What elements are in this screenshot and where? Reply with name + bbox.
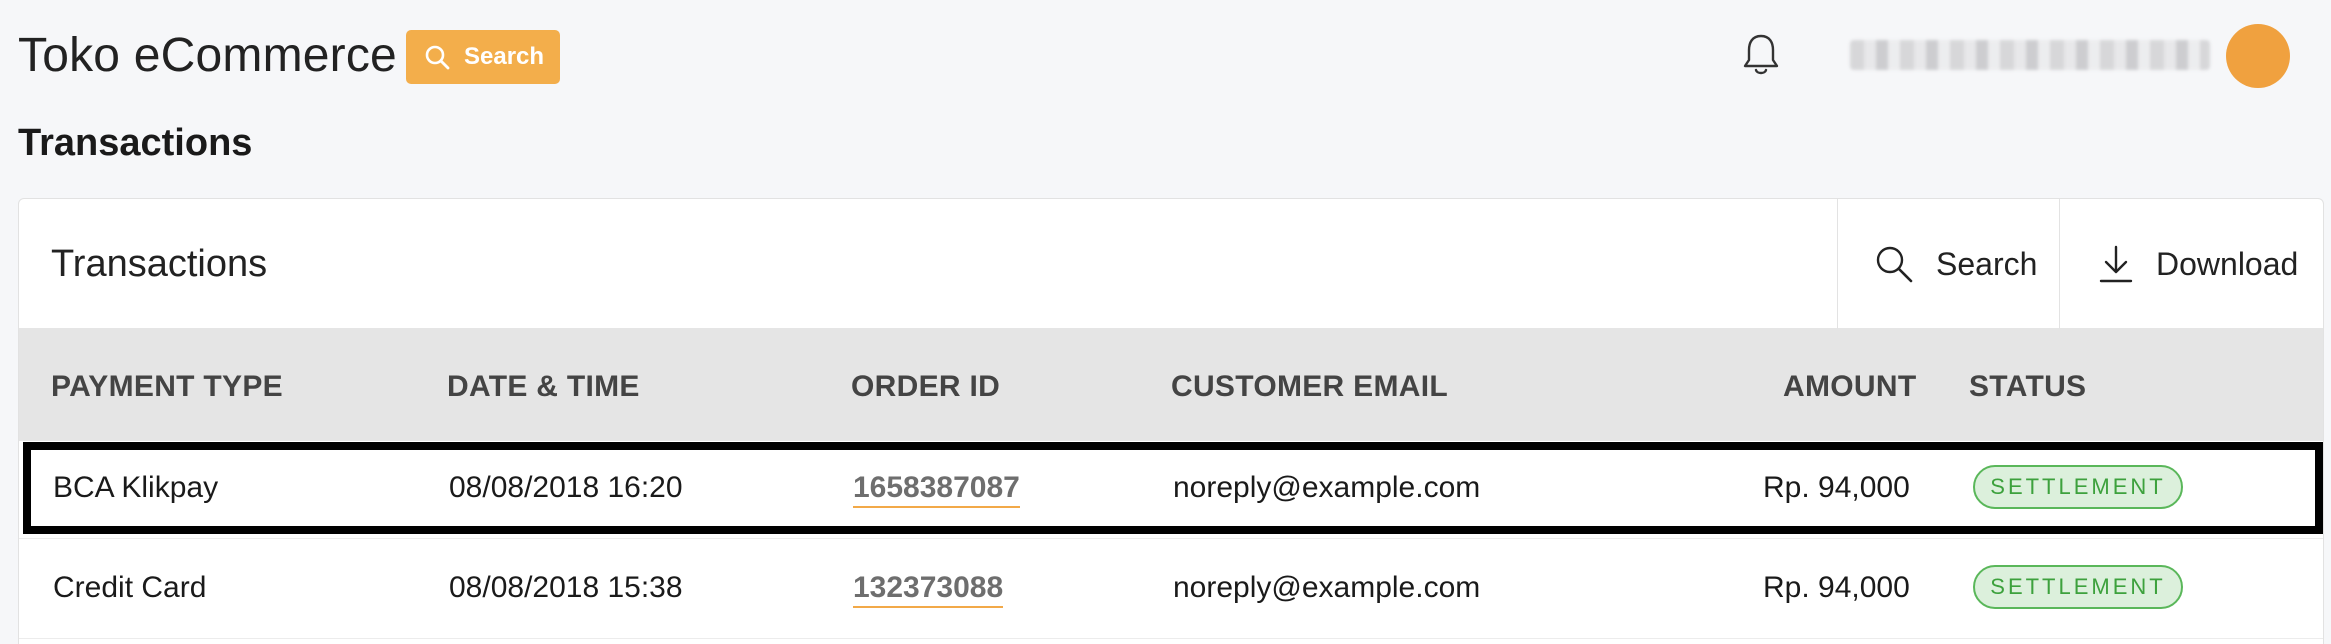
bell-icon [1743, 34, 1779, 75]
column-header-customer-email[interactable]: CUSTOMER EMAIL [1171, 370, 1448, 404]
top-bar: Toko eCommerce Search [0, 0, 2331, 120]
payment-type-cell: Credit Card [53, 571, 207, 604]
table-row[interactable]: Credit Card 08/08/2018 15:38 132373088 n… [19, 541, 2323, 639]
email-cell: noreply@example.com [1173, 571, 1481, 604]
column-header-order-id[interactable]: ORDER ID [851, 370, 1000, 404]
column-header-amount[interactable]: AMOUNT [1783, 370, 1916, 404]
card-header: Transactions Search Download [19, 199, 2323, 329]
page-title: Transactions [18, 122, 253, 164]
table-search-button[interactable]: Search [1837, 199, 2059, 329]
search-icon [425, 45, 450, 70]
status-badge: SETTLEMENT [1973, 465, 2183, 509]
search-icon [1876, 246, 1913, 283]
transactions-card: Transactions Search Download PAYMENT TYP… [18, 198, 2324, 644]
amount-cell: Rp. 94,000 [1763, 571, 1910, 604]
order-id-link[interactable]: 132373088 [853, 571, 1004, 608]
order-id-cell: 132373088 [853, 571, 1004, 608]
download-button[interactable]: Download [2059, 199, 2323, 329]
amount-cell: Rp. 94,000 [1763, 471, 1910, 504]
order-id-cell: 1658387087 [853, 471, 1020, 508]
table-row[interactable]: BCA Klikpay 08/08/2018 16:20 1658387087 … [19, 441, 2323, 539]
column-header-status[interactable]: STATUS [1969, 370, 2086, 404]
datetime-cell: 08/08/2018 15:38 [449, 571, 683, 604]
datetime-cell: 08/08/2018 16:20 [449, 471, 683, 504]
notifications-button[interactable] [1740, 32, 1782, 78]
column-header-payment-type[interactable]: PAYMENT TYPE [51, 370, 283, 404]
payment-type-cell: BCA Klikpay [53, 471, 219, 504]
table-search-label: Search [1936, 245, 2038, 282]
column-header-date-time[interactable]: DATE & TIME [447, 370, 640, 404]
top-search-button[interactable]: Search [406, 30, 560, 84]
download-icon [2099, 245, 2133, 283]
top-search-label: Search [464, 43, 545, 70]
table-header: PAYMENT TYPE DATE & TIME ORDER ID CUSTOM… [19, 329, 2323, 441]
user-email-redacted[interactable] [1850, 40, 2210, 70]
card-title: Transactions [51, 243, 268, 285]
status-badge: SETTLEMENT [1973, 565, 2183, 609]
email-cell: noreply@example.com [1173, 471, 1481, 504]
avatar[interactable] [2226, 24, 2290, 88]
app-title: Toko eCommerce [18, 29, 397, 82]
order-id-link[interactable]: 1658387087 [853, 471, 1020, 508]
download-label: Download [2156, 245, 2299, 282]
